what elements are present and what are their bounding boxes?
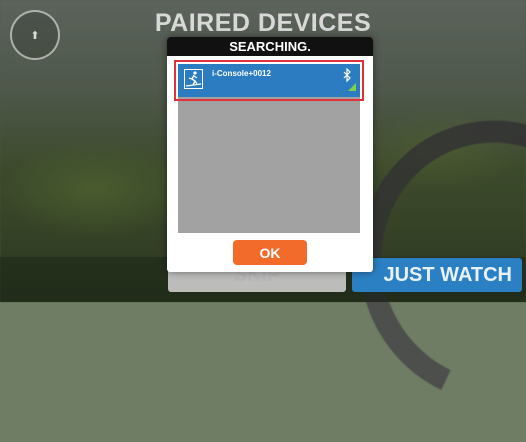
device-name: i-Console+0012 <box>212 69 271 78</box>
device-list-item[interactable]: i-Console+0012 <box>174 60 364 101</box>
page-title: PAIRED DEVICES <box>154 9 372 37</box>
just-watch-button-label: JUST WATCH <box>383 263 512 286</box>
just-watch-button[interactable]: JUST WATCH <box>352 258 522 292</box>
dialog-title: SEARCHING. <box>167 37 373 56</box>
device-list[interactable]: i-Console+0012 <box>174 60 364 233</box>
ok-button[interactable]: OK <box>233 240 307 265</box>
ok-button-label: OK <box>259 244 281 261</box>
searching-dialog: SEARCHING. i-Console+0012 OK <box>167 37 373 272</box>
signal-strength-icon <box>348 83 356 91</box>
treadmill-runner-icon <box>184 69 203 89</box>
bluetooth-icon <box>343 68 351 82</box>
